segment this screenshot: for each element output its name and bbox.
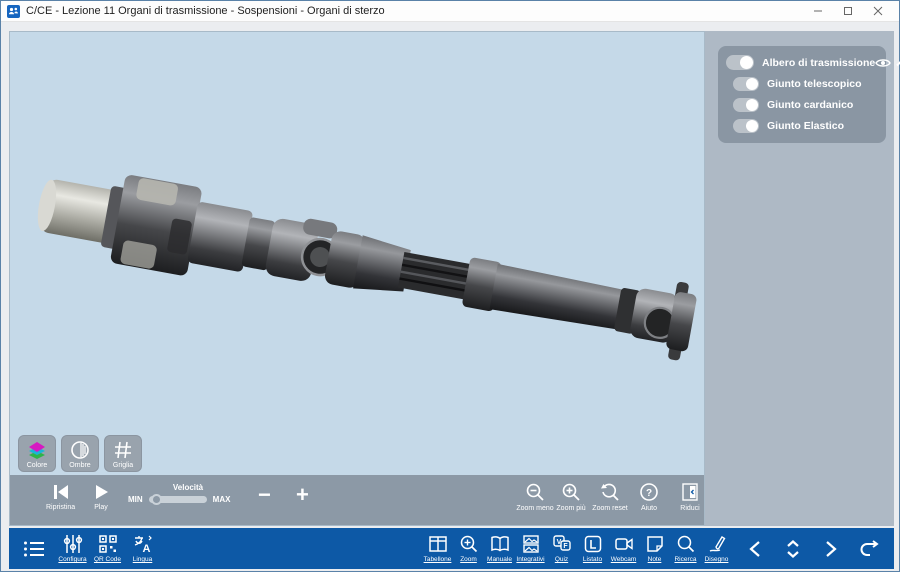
integrativi-button[interactable]: Integrativi	[515, 534, 546, 563]
letter-l-icon	[583, 534, 603, 554]
zoom-piu-button[interactable]: Zoom più	[553, 482, 589, 512]
play-icon	[92, 483, 110, 501]
app-icon	[7, 5, 20, 18]
pen-icon	[707, 534, 727, 554]
grid-icon	[112, 439, 134, 461]
minimize-button[interactable]	[803, 2, 833, 21]
zoom-meno-button[interactable]: Zoom meno	[517, 482, 553, 512]
bottom-toolbar: Configura QR Code A	[9, 528, 894, 569]
magnifier-reset-icon	[600, 482, 620, 502]
webcam-button[interactable]: Webcam	[608, 534, 639, 563]
note-icon	[645, 534, 665, 554]
right-panel: Albero di trasmissione Giunto telescop	[705, 31, 894, 526]
telescopico-toggle[interactable]	[733, 77, 759, 91]
colore-label: Colore	[27, 462, 48, 469]
board-icon	[428, 534, 448, 554]
speed-plus-button[interactable]: +	[296, 485, 309, 505]
griglia-button[interactable]: Griglia	[104, 435, 142, 472]
telescopico-label: Giunto telescopico	[767, 78, 862, 90]
note-button[interactable]: Note	[639, 534, 670, 563]
chevron-up-icon[interactable]	[896, 59, 900, 67]
eye-icon[interactable]	[875, 57, 891, 69]
true-false-icon: V F	[552, 534, 572, 554]
velocity-slider-group: Velocità MIN MAX	[128, 483, 248, 504]
layer-row-albero: Albero di trasmissione	[726, 55, 878, 70]
previous-button[interactable]	[740, 540, 770, 558]
colore-button[interactable]: Colore	[18, 435, 56, 472]
3d-viewport[interactable]: Colore Ombre Griglia	[9, 31, 705, 526]
velocita-label: Velocità	[128, 483, 248, 492]
svg-text:F: F	[563, 543, 568, 550]
magnifier-minus-icon	[525, 482, 545, 502]
riduci-button[interactable]: Riduci	[672, 482, 708, 512]
layer-row-telescopico: Giunto telescopico	[733, 77, 878, 91]
plus-icon: +	[296, 485, 309, 505]
minus-icon: −	[258, 485, 271, 505]
zoom-reset-button[interactable]: Zoom reset	[587, 482, 633, 512]
titlebar: C/CE - Lezione 11 Organi di trasmissione…	[1, 1, 899, 22]
next-button[interactable]	[816, 540, 846, 558]
layer-row-elastico: Giunto Elastico	[733, 119, 878, 133]
albero-label: Albero di trasmissione	[762, 57, 875, 69]
layers-icon	[26, 439, 48, 461]
svg-text:?: ?	[646, 488, 652, 499]
cardanico-label: Giunto cardanico	[767, 99, 853, 111]
menu-list-button[interactable]	[19, 540, 49, 558]
return-button[interactable]	[854, 540, 884, 558]
shaded-sphere-icon	[69, 439, 91, 461]
maximize-button[interactable]	[833, 2, 863, 21]
albero-toggle[interactable]	[726, 55, 754, 70]
zoom-button[interactable]: Zoom	[453, 534, 484, 563]
elastico-toggle[interactable]	[733, 119, 759, 133]
sliders-icon	[63, 534, 83, 554]
lingua-button[interactable]: A Lingua	[127, 534, 158, 563]
play-button[interactable]: Play	[92, 483, 110, 511]
collapse-panel-icon	[680, 482, 700, 502]
quiz-button[interactable]: V F Quiz	[546, 534, 577, 563]
cardanico-toggle[interactable]	[733, 98, 759, 112]
book-icon	[490, 534, 510, 554]
ombre-label: Ombre	[69, 462, 90, 469]
configura-button[interactable]: Configura	[57, 534, 88, 563]
close-button[interactable]	[863, 2, 893, 21]
svg-text:A: A	[142, 543, 150, 554]
magnifier-icon	[676, 534, 696, 554]
velocity-slider[interactable]	[149, 496, 207, 503]
driveshaft-model[interactable]	[10, 32, 706, 475]
manuale-button[interactable]: Manuale	[484, 534, 515, 563]
app-window: C/CE - Lezione 11 Organi di trasmissione…	[0, 0, 900, 572]
ricerca-button[interactable]: Ricerca	[670, 534, 701, 563]
ripristina-button[interactable]: Ripristina	[46, 483, 75, 511]
disegno-button[interactable]: Disegno	[701, 534, 732, 563]
view-options: Colore Ombre Griglia	[18, 435, 142, 472]
speed-minus-button[interactable]: −	[258, 485, 271, 505]
elastico-label: Giunto Elastico	[767, 120, 844, 132]
slider-knob[interactable]	[151, 494, 162, 505]
qr-icon	[98, 534, 118, 554]
skip-start-icon	[51, 483, 71, 501]
translate-icon: A	[133, 534, 153, 554]
min-label: MIN	[128, 495, 143, 504]
aiuto-button[interactable]: ? Aiuto	[631, 482, 667, 512]
expand-collapse-button[interactable]	[778, 539, 808, 559]
layers-card: Albero di trasmissione Giunto telescop	[718, 46, 886, 143]
max-label: MAX	[213, 495, 231, 504]
qr-code-button[interactable]: QR Code	[92, 534, 123, 563]
images-icon	[521, 534, 541, 554]
ombre-button[interactable]: Ombre	[61, 435, 99, 472]
listato-button[interactable]: Listato	[577, 534, 608, 563]
magnifier-plus-icon	[561, 482, 581, 502]
playback-control-bar: Ripristina Play Velocità MIN MAX	[10, 475, 704, 525]
window-title: C/CE - Lezione 11 Organi di trasmissione…	[26, 5, 385, 17]
camera-icon	[614, 534, 634, 554]
magnifier-plus-icon	[459, 534, 479, 554]
griglia-label: Griglia	[113, 462, 133, 469]
layer-row-cardanico: Giunto cardanico	[733, 98, 878, 112]
question-icon: ?	[639, 482, 659, 502]
tabellone-button[interactable]: Tabellone	[422, 534, 453, 563]
